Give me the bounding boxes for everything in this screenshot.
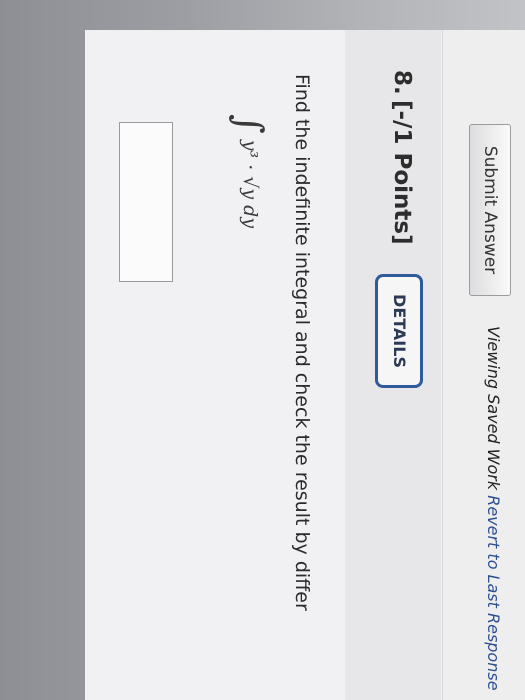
- question-body: Find the indefinite integral and check t…: [85, 30, 345, 700]
- saved-work-text: Viewing Saved Work: [484, 326, 503, 496]
- answer-input[interactable]: [119, 122, 173, 282]
- submit-answer-button[interactable]: Submit Answer: [469, 124, 511, 296]
- details-button[interactable]: DETAILS: [375, 274, 423, 388]
- photo-background: Submit Answer Viewing Saved Work Revert …: [0, 0, 525, 700]
- integrand: y³ · √y dy: [239, 139, 261, 229]
- integral-expression: ∫ y³ · √y dy: [227, 114, 271, 228]
- question-header: 8. [-/1 Points] DETAILS: [345, 30, 441, 700]
- webassign-page: Submit Answer Viewing Saved Work Revert …: [85, 30, 525, 700]
- question-number: 8.: [389, 70, 415, 95]
- saved-work-notice: Viewing Saved Work Revert to Last Respon…: [484, 326, 503, 691]
- question-prompt: Find the indefinite integral and check t…: [291, 74, 313, 611]
- question-toolbar: Submit Answer Viewing Saved Work Revert …: [442, 30, 525, 700]
- integral-sign: ∫: [227, 114, 271, 134]
- question-points: [-/1 Points]: [389, 100, 415, 245]
- revert-link[interactable]: Revert to Last Response: [484, 495, 503, 690]
